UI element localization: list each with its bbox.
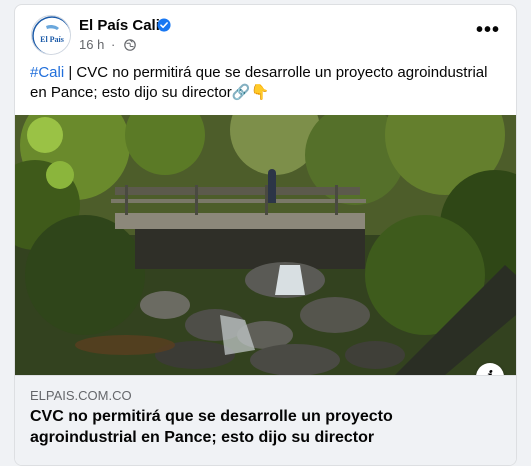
post-photo[interactable] bbox=[15, 115, 516, 375]
link-preview[interactable]: ELPAIS.COM.CO CVC no permitirá que se de… bbox=[15, 375, 516, 465]
post-meta: 16 h · bbox=[79, 37, 136, 52]
avatar-text: El País bbox=[40, 35, 64, 44]
page-avatar[interactable]: El País bbox=[31, 15, 71, 55]
post-timestamp[interactable]: 16 h bbox=[79, 37, 104, 52]
more-options-button[interactable]: ••• bbox=[474, 19, 502, 47]
link-domain: ELPAIS.COM.CO bbox=[30, 388, 132, 403]
verified-badge-icon bbox=[157, 18, 171, 32]
globe-icon[interactable] bbox=[124, 39, 136, 51]
post-text: #Cali | CVC no permitirá que se desarrol… bbox=[30, 63, 505, 103]
post-body-text: | CVC no permitirá que se desarrolle un … bbox=[30, 64, 488, 101]
page-name-link[interactable]: El País Cali bbox=[79, 17, 160, 34]
post-card: El País El País Cali 16 h · ••• #Cali | … bbox=[14, 4, 517, 466]
hashtag-link[interactable]: #Cali bbox=[30, 64, 64, 81]
forest-river-bridge-photo bbox=[15, 115, 516, 375]
link-headline[interactable]: CVC no permitirá que se desarrolle un pr… bbox=[30, 406, 470, 448]
meta-separator: · bbox=[110, 37, 116, 52]
post-header: El País El País Cali 16 h · ••• bbox=[15, 5, 516, 61]
el-pais-logo: El País bbox=[32, 16, 70, 54]
